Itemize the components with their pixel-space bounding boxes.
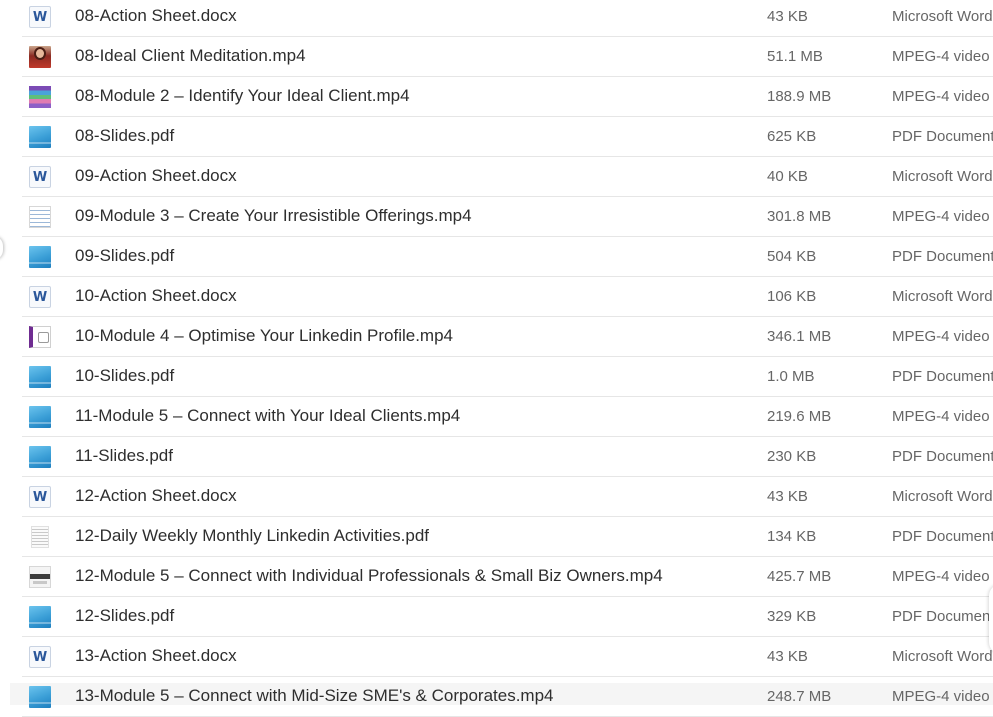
file-name: 13-Module 5 – Connect with Mid-Size SME'… bbox=[75, 686, 554, 705]
file-row[interactable]: 10-Module 4 – Optimise Your Linkedin Pro… bbox=[22, 317, 993, 357]
file-name: 08-Action Sheet.docx bbox=[75, 6, 237, 25]
file-row[interactable]: 13-Module 5 – Connect with Mid-Size SME'… bbox=[22, 677, 993, 717]
file-kind: Microsoft Word bbox=[892, 488, 993, 505]
pdf-icon bbox=[29, 366, 51, 388]
file-row[interactable]: 09-Slides.pdf 504 KB PDF Document bbox=[22, 237, 993, 277]
word-doc-icon: W bbox=[29, 6, 51, 28]
file-name: 08-Module 2 – Identify Your Ideal Client… bbox=[75, 86, 410, 105]
file-kind: MPEG-4 video bbox=[892, 568, 990, 585]
word-glyph: W bbox=[32, 9, 48, 25]
file-row[interactable]: 08-Module 2 – Identify Your Ideal Client… bbox=[22, 77, 993, 117]
file-kind: Microsoft Word bbox=[892, 288, 993, 305]
pdf-icon bbox=[29, 606, 51, 628]
file-size: 40 KB bbox=[767, 168, 808, 185]
file-size: 329 KB bbox=[767, 608, 817, 625]
file-row[interactable]: W 10-Action Sheet.docx 106 KB Microsoft Wor… bbox=[22, 277, 993, 317]
pdf-icon bbox=[29, 126, 51, 148]
file-kind: MPEG-4 video bbox=[892, 408, 990, 425]
word-doc-icon: W bbox=[29, 646, 51, 668]
video-thumbnail-colorful-icon bbox=[29, 86, 51, 108]
file-size: 504 KB bbox=[767, 248, 817, 265]
file-row[interactable]: 08-Ideal Client Meditation.mp4 51.1 MB MPE… bbox=[22, 37, 993, 77]
file-size: 301.8 MB bbox=[767, 208, 832, 225]
file-size: 51.1 MB bbox=[767, 48, 823, 65]
file-name: 08-Slides.pdf bbox=[75, 126, 175, 145]
video-thumbnail-screen-icon bbox=[29, 566, 51, 588]
pdf-icon bbox=[29, 446, 51, 468]
file-name: 11-Slides.pdf bbox=[75, 446, 173, 465]
word-glyph: W bbox=[32, 289, 48, 305]
file-name: 10-Action Sheet.docx bbox=[75, 286, 237, 305]
video-thumbnail-document-icon bbox=[29, 206, 51, 228]
file-size: 43 KB bbox=[767, 8, 808, 25]
file-row[interactable]: 11-Slides.pdf 230 KB PDF Document bbox=[22, 437, 993, 477]
word-doc-icon: W bbox=[29, 286, 51, 308]
file-kind: PDF Document bbox=[892, 128, 993, 145]
file-kind: PDF Document bbox=[892, 368, 993, 385]
file-name: 10-Slides.pdf bbox=[75, 366, 175, 385]
file-name: 11-Module 5 – Connect with Your Ideal Cl… bbox=[75, 406, 461, 425]
file-row[interactable]: W 08-Action Sheet.docx 43 KB Microsoft Word bbox=[22, 0, 993, 37]
file-name: 13-Action Sheet.docx bbox=[75, 646, 237, 665]
file-kind: Microsoft Word bbox=[892, 168, 993, 185]
file-kind: PDF Document bbox=[892, 248, 993, 265]
video-thumbnail-person-icon bbox=[29, 46, 51, 68]
file-name: 10-Module 4 – Optimise Your Linkedin Pro… bbox=[75, 326, 453, 345]
file-name: 12-Daily Weekly Monthly Linkedin Activit… bbox=[75, 526, 430, 545]
file-name: 12-Slides.pdf bbox=[75, 606, 175, 625]
file-list: W 08-Action Sheet.docx 43 KB Microsoft Word… bbox=[0, 0, 993, 717]
file-row[interactable]: W 13-Action Sheet.docx 43 KB Microsoft Word bbox=[22, 637, 993, 677]
pdf-icon bbox=[29, 246, 51, 268]
file-row[interactable]: 11-Module 5 – Connect with Your Ideal Cl… bbox=[22, 397, 993, 437]
file-size: 219.6 MB bbox=[767, 408, 832, 425]
file-name: 12-Module 5 – Connect with Individual Pr… bbox=[75, 566, 663, 585]
file-kind: Microsoft Word bbox=[892, 648, 993, 665]
file-kind: PDF Document bbox=[892, 448, 993, 465]
file-row[interactable]: 10-Slides.pdf 1.0 MB PDF Document bbox=[22, 357, 993, 397]
file-name: 09-Slides.pdf bbox=[75, 246, 175, 265]
file-size: 625 KB bbox=[767, 128, 817, 145]
file-name: 12-Action Sheet.docx bbox=[75, 486, 237, 505]
file-row[interactable]: 09-Module 3 – Create Your Irresistible O… bbox=[22, 197, 993, 237]
file-size: 1.0 MB bbox=[767, 368, 815, 385]
video-thumbnail-blue-icon bbox=[29, 406, 51, 428]
file-size: 43 KB bbox=[767, 648, 808, 665]
file-size: 134 KB bbox=[767, 528, 817, 545]
file-row[interactable]: 12-Slides.pdf 329 KB PDF Document bbox=[22, 597, 993, 637]
word-glyph: W bbox=[32, 489, 48, 505]
file-row[interactable]: W 09-Action Sheet.docx 40 KB Microsoft Word bbox=[22, 157, 993, 197]
file-row[interactable]: 12-Daily Weekly Monthly Linkedin Activit… bbox=[22, 517, 993, 557]
pdf-page-icon bbox=[31, 526, 49, 548]
file-kind: PDF Document bbox=[892, 608, 993, 625]
word-doc-icon: W bbox=[29, 166, 51, 188]
word-glyph: W bbox=[32, 169, 48, 185]
word-glyph: W bbox=[32, 649, 48, 665]
file-kind: MPEG-4 video bbox=[892, 48, 990, 65]
file-size: 230 KB bbox=[767, 448, 817, 465]
file-size: 43 KB bbox=[767, 488, 808, 505]
file-kind: PDF Document bbox=[892, 528, 993, 545]
file-size: 248.7 MB bbox=[767, 688, 832, 705]
video-thumbnail-slide-icon bbox=[29, 326, 51, 348]
file-name: 09-Action Sheet.docx bbox=[75, 166, 237, 185]
file-kind: MPEG-4 video bbox=[892, 208, 990, 225]
file-size: 346.1 MB bbox=[767, 328, 832, 345]
file-size: 188.9 MB bbox=[767, 88, 832, 105]
file-name: 08-Ideal Client Meditation.mp4 bbox=[75, 46, 306, 65]
file-row[interactable]: 12-Module 5 – Connect with Individual Pr… bbox=[22, 557, 993, 597]
file-kind: Microsoft Word bbox=[892, 8, 993, 25]
file-row[interactable]: 08-Slides.pdf 625 KB PDF Document bbox=[22, 117, 993, 157]
file-kind: MPEG-4 video bbox=[892, 88, 990, 105]
file-size: 106 KB bbox=[767, 288, 817, 305]
file-name: 09-Module 3 – Create Your Irresistible O… bbox=[75, 206, 472, 225]
word-doc-icon: W bbox=[29, 486, 51, 508]
file-size: 425.7 MB bbox=[767, 568, 832, 585]
file-kind: MPEG-4 video bbox=[892, 328, 990, 345]
file-row[interactable]: W 12-Action Sheet.docx 43 KB Microsoft Word bbox=[22, 477, 993, 517]
file-kind: MPEG-4 video bbox=[892, 688, 990, 705]
scrollbar-thumb[interactable] bbox=[989, 584, 993, 654]
